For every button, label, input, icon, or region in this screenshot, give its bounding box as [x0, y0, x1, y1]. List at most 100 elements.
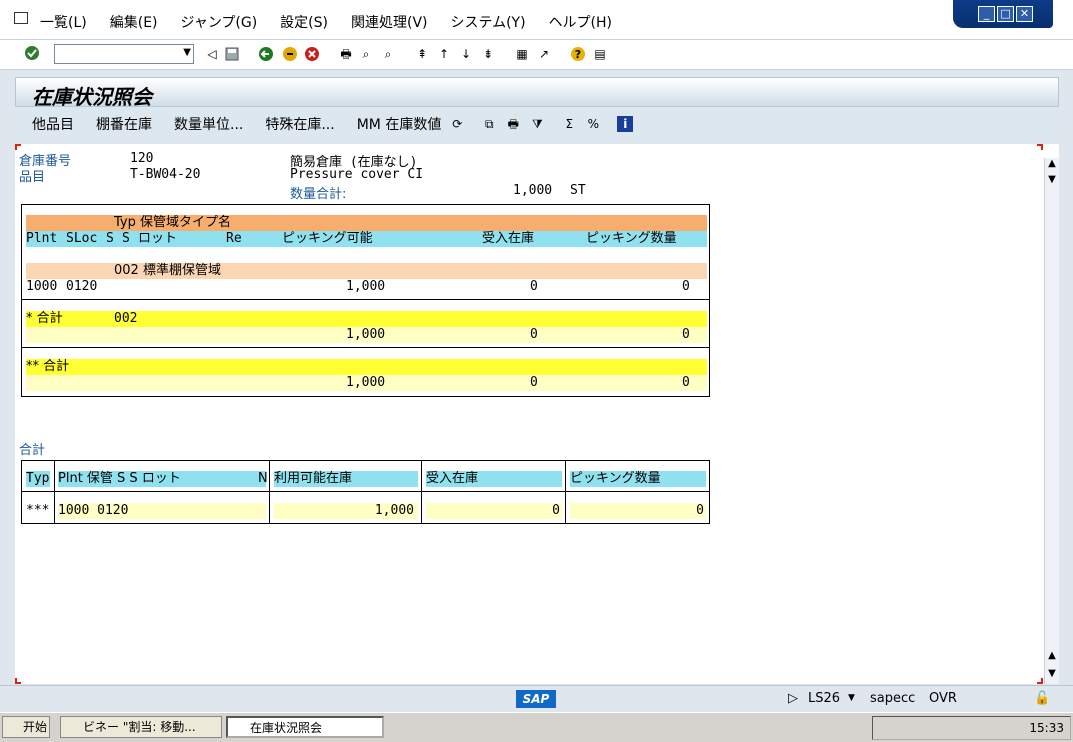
standard-toolbar: ▼ ◁ 🖶 ⌕ ⌕ ⇞ ↑ ↓ ⇟ ▦ ↗ ? ▤: [0, 40, 1073, 70]
screen-title-bar: 在庫状況照会: [15, 77, 1059, 109]
clock: 15:33: [1029, 721, 1064, 735]
subtotal-row: * 合計 002: [26, 311, 707, 327]
column-header-typ: Typ: [26, 471, 50, 487]
server-info: sapecc: [870, 691, 916, 706]
totals-section-title: 合計: [19, 443, 46, 458]
scroll-down-icon[interactable]: ▼: [1045, 174, 1059, 188]
pick-qty-cell: 0: [570, 503, 706, 519]
minimize-icon[interactable]: _: [978, 6, 995, 22]
plant-cell: 1000 0120: [58, 503, 266, 519]
menu-help[interactable]: ヘルプ(H): [549, 12, 612, 32]
create-session-icon[interactable]: ▦: [514, 46, 530, 62]
table-row[interactable]: ***: [26, 503, 50, 519]
chevron-down-icon[interactable]: ▼: [183, 47, 191, 58]
window-controls: _ □ ✕: [953, 0, 1053, 28]
exit-icon[interactable]: [282, 46, 298, 62]
subtotal-values-row: 1,000 0 0: [26, 327, 707, 343]
material-label: 品目: [19, 170, 46, 185]
refresh-icon[interactable]: ⟳: [449, 116, 465, 132]
menu-environment[interactable]: 関連処理(V): [351, 12, 428, 32]
sap-logo: SAP: [516, 690, 556, 708]
svg-text:?: ?: [575, 48, 581, 61]
divider: [22, 299, 709, 300]
input-mode[interactable]: OVR: [929, 691, 957, 706]
green-back-icon[interactable]: [258, 46, 274, 62]
table-row[interactable]: 1000 0120 1,000 0 0: [26, 279, 707, 295]
system-tray: 15:33: [872, 716, 1071, 740]
total-values-row: 1,000 0 0: [26, 375, 707, 391]
start-button[interactable]: 开始: [2, 716, 50, 738]
column-header-pick-qty: ピッキング数量: [570, 471, 706, 487]
detail-icon[interactable]: ⧉: [481, 116, 497, 132]
warehouse-value: 120: [130, 151, 154, 166]
menu-edit[interactable]: 編集(E): [110, 12, 158, 32]
total-quantity-unit: ST: [570, 183, 586, 198]
sum-icon[interactable]: Σ: [561, 116, 577, 132]
menu-bar: 一覧(L) 編集(E) ジャンプ(G) 設定(S) 関連処理(V) システム(Y…: [0, 0, 1073, 40]
system-info[interactable]: LS26: [808, 691, 840, 706]
command-field[interactable]: ▼: [54, 44, 194, 64]
last-page-icon[interactable]: ⇟: [480, 46, 496, 62]
total-quantity-label: 数量合計:: [290, 187, 347, 202]
menu-settings[interactable]: 設定(S): [280, 12, 328, 32]
cancel-icon[interactable]: [304, 46, 320, 62]
special-stock-button[interactable]: 特殊在庫...: [265, 114, 334, 134]
restore-icon[interactable]: □: [997, 6, 1014, 22]
print-icon[interactable]: 🖶: [338, 46, 354, 62]
system-menu-icon[interactable]: [14, 12, 28, 24]
frame-corner: [1037, 678, 1043, 684]
first-page-icon[interactable]: ⇞: [414, 46, 430, 62]
layout-icon[interactable]: ▤: [592, 46, 608, 62]
column-header-row: Plnt SLoc S S ロット Re ピッキング可能 受入在庫 ピッキング数…: [26, 231, 707, 247]
gr-stock-cell: 0: [426, 503, 562, 519]
page-title: 在庫状況照会: [32, 85, 152, 109]
other-material-button[interactable]: 他品目: [32, 114, 74, 134]
scroll-down-icon[interactable]: ▼: [1045, 668, 1059, 682]
taskbar-item[interactable]: ビネー "割当: 移動...: [60, 716, 222, 738]
filter-icon[interactable]: ⧩: [529, 116, 545, 132]
save-icon[interactable]: [224, 46, 240, 62]
triangle-right-icon[interactable]: ▷: [788, 691, 798, 706]
total-row: ** 合計: [26, 359, 707, 375]
column-header-row: Typ 保管域タイプ名: [26, 215, 707, 231]
info-icon[interactable]: i: [617, 116, 634, 132]
scroll-up-icon[interactable]: ▲: [1045, 158, 1059, 172]
frame-corner: [15, 678, 21, 684]
total-quantity-value: 1,000: [513, 183, 553, 198]
windows-taskbar: 开始 ビネー "割当: 移動... 在庫状況照会 15:33: [0, 712, 1073, 742]
find-icon[interactable]: ⌕: [358, 46, 374, 62]
stock-by-storage-type-list: Typ 保管域タイプ名 Plnt SLoc S S ロット Re ピッキング可能…: [21, 204, 710, 397]
status-bar: SAP ▷ LS26 ▼ sapecc OVR 🔓: [0, 685, 1073, 711]
vertical-scrollbar[interactable]: ▲ ▼ ▲ ▼: [1044, 158, 1059, 684]
taskbar-item-active[interactable]: 在庫状況照会: [226, 716, 384, 738]
unit-of-measure-button[interactable]: 数量単位...: [174, 114, 243, 134]
bin-stock-button[interactable]: 棚番在庫: [96, 114, 152, 134]
storage-type-group-row: 002 標準棚保管域: [26, 263, 707, 279]
mm-stock-figures-button[interactable]: MM 在庫数値: [357, 114, 442, 134]
menu-list[interactable]: 一覧(L): [40, 12, 87, 32]
menu-system[interactable]: システム(Y): [451, 12, 526, 32]
totals-list: Typ Plnt 保管 S S ロット N 利用可能在庫 受入在庫 ピッキング数…: [21, 460, 710, 524]
available-cell: 1,000: [274, 503, 418, 519]
scroll-up-icon[interactable]: ▲: [1045, 650, 1059, 664]
frame-corner: [1037, 144, 1043, 150]
subtotal-icon[interactable]: %: [585, 116, 601, 132]
next-page-icon[interactable]: ↓: [458, 46, 474, 62]
print-icon[interactable]: 🖶: [505, 116, 521, 132]
column-header-plant: Plnt 保管 S S ロット N: [58, 471, 268, 487]
application-toolbar: 他品目 棚番在庫 数量単位... 特殊在庫... MM 在庫数値 ⟳ ⧉ 🖶 ⧩…: [15, 108, 1059, 140]
divider: [22, 347, 709, 348]
close-icon[interactable]: ✕: [1016, 6, 1033, 22]
chevron-down-icon[interactable]: ▼: [848, 693, 855, 703]
shortcut-icon[interactable]: ↗: [536, 46, 552, 62]
help-icon[interactable]: ?: [570, 46, 586, 62]
list-output-area: 倉庫番号 120 簡易倉庫 (在庫なし) 品目 T-BW04-20 Pressu…: [15, 144, 1059, 684]
lock-icon: 🔓: [1034, 691, 1051, 706]
column-header-available: 利用可能在庫: [274, 471, 418, 487]
menu-goto[interactable]: ジャンプ(G): [181, 12, 258, 32]
find-next-icon[interactable]: ⌕: [380, 46, 396, 62]
back-icon[interactable]: ◁: [204, 46, 220, 62]
enter-icon[interactable]: [24, 45, 40, 61]
prev-page-icon[interactable]: ↑: [436, 46, 452, 62]
material-value: T-BW04-20: [130, 167, 201, 182]
